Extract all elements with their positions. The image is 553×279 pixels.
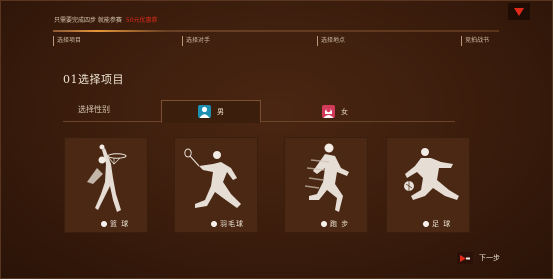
sport-option-running[interactable]: 跑 步 [321,218,367,229]
next-step-label: 下一步 [479,254,500,262]
step-item-3[interactable]: 选择地点 [317,36,345,46]
tab-male[interactable]: 男 [161,100,261,123]
male-icon [198,105,211,118]
sport-card-soccer[interactable]: 足 球 [386,137,470,233]
top-bar: 只需要完成四步 就能参赛 50元优惠券 [1,1,553,31]
sport-label-badminton: 羽毛球 [220,219,244,228]
sport-cards: 篮 球 羽毛球 跑 步 足 球 [64,137,474,237]
gender-row: 选择性别 男 女 [63,100,455,123]
tab-male-label: 男 [217,107,224,116]
sport-option-soccer[interactable]: 足 球 [423,218,469,229]
radio-basketball[interactable] [101,220,107,227]
sport-option-badminton[interactable]: 羽毛球 [211,218,257,229]
corner-arrow-icon [514,7,524,16]
step-item-4[interactable]: 竞拍战书 [461,36,489,46]
app-frame: 只需要完成四步 就能参赛 50元优惠券 选择项目 选择对手 选择地点 竞拍战书 0… [0,0,553,279]
gender-label: 选择性别 [78,105,110,114]
sport-card-running[interactable]: 跑 步 [284,137,368,233]
radio-running[interactable] [321,220,327,227]
progress-line [53,30,499,32]
notice: 只需要完成四步 就能参赛 50元优惠券 [54,15,158,24]
radio-soccer[interactable] [423,220,429,227]
section-title: 01选择项目 [63,73,124,86]
sport-label-basketball: 篮 球 [110,219,130,228]
notice-text: 只需要完成四步 就能参赛 [54,17,122,24]
tab-female[interactable]: 女 [285,100,385,123]
sport-card-basketball[interactable]: 篮 球 [64,137,148,233]
sport-label-soccer: 足 球 [432,219,452,228]
step-nav: 选择项目 选择对手 选择地点 竞拍战书 [53,36,499,48]
tab-female-label: 女 [341,107,348,116]
sport-card-badminton[interactable]: 羽毛球 [174,137,258,233]
step-item-1[interactable]: 选择项目 [53,36,81,46]
corner-menu-button[interactable] [508,3,530,20]
next-step-button[interactable]: 下一步 [457,251,500,265]
sport-option-basketball[interactable]: 篮 球 [101,218,147,229]
sport-label-running: 跑 步 [330,219,350,228]
next-arrow-icon [457,252,473,264]
female-icon [322,105,335,118]
notice-highlight: 50元优惠券 [125,17,158,24]
radio-badminton[interactable] [211,220,217,227]
step-item-2[interactable]: 选择对手 [182,36,210,46]
